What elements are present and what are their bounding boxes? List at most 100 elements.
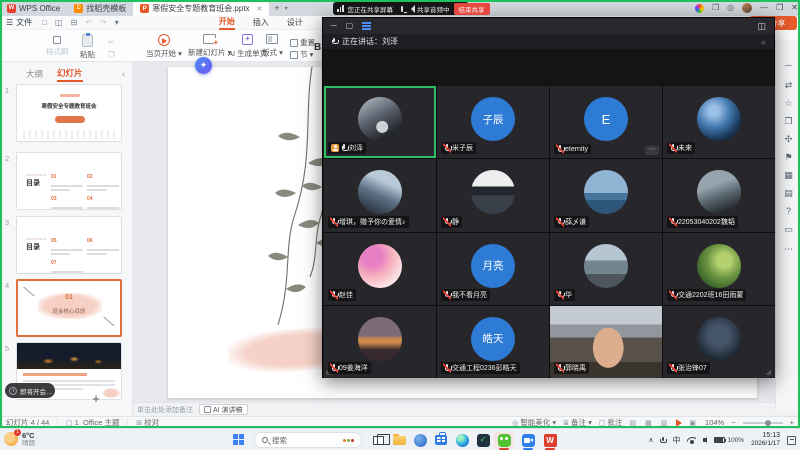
wechat-button[interactable] <box>494 432 514 448</box>
minimize-icon[interactable]: ─ <box>331 22 337 30</box>
slide-thumbnail-4-selected[interactable]: 01 班会核心目的 <box>16 279 122 337</box>
reference-icon[interactable]: ▤ <box>776 188 800 199</box>
sorter-view-icon[interactable]: ▦ <box>645 419 652 427</box>
resize-grip-icon[interactable]: ◢ <box>766 368 771 376</box>
restore-icon[interactable]: ❐ <box>776 4 783 12</box>
tab-docer-template[interactable]: D 找稻壳模板 <box>67 0 133 16</box>
collapse-arrows-icon[interactable]: « <box>761 37 766 47</box>
help-icon[interactable]: ◎ <box>727 4 734 12</box>
taskbar-weather-widget[interactable]: 1 6°C 晴朗 <box>4 431 35 448</box>
favorites-icon[interactable]: ☆ <box>776 98 800 109</box>
participant-tile[interactable]: 赵佳 <box>324 233 436 305</box>
ai-speech-button[interactable]: AI 演讲稿 <box>199 404 248 415</box>
hidden-icons-chevron[interactable]: ∧ <box>648 436 653 444</box>
participant-tile[interactable]: 月亮 我不看月亮 <box>437 233 549 305</box>
section-button[interactable]: 节 ▾ <box>290 49 313 60</box>
browser-button[interactable] <box>410 432 430 448</box>
monitor-icon[interactable] <box>401 6 403 12</box>
participant-tile[interactable]: 刘泽 <box>324 86 436 158</box>
theme-button[interactable]: ▢1_Office 主题 <box>66 417 120 428</box>
new-tab-button[interactable]: + <box>269 0 284 16</box>
play-from-current-button[interactable]: 当页开始 ▾ <box>146 34 182 59</box>
participant-tile[interactable]: 交通2202班16田雨蒙 <box>663 233 775 305</box>
participant-tile[interactable]: 09姜海洋 <box>324 306 436 378</box>
ime-indicator[interactable]: 中 <box>672 435 680 446</box>
comments-button[interactable]: ▢批注 <box>599 417 623 428</box>
zoom-slider[interactable] <box>743 422 783 424</box>
tray-mic-icon[interactable] <box>660 437 665 444</box>
slideshow-play-icon[interactable] <box>676 419 682 427</box>
beautify-button[interactable]: ◎智能美化 ▾ <box>512 417 556 428</box>
file-menu-button[interactable]: ☰ 文件 <box>0 17 38 28</box>
speaker-notes-button[interactable]: ≣备注 ▾ <box>563 417 592 428</box>
volume-icon[interactable] <box>703 438 707 442</box>
wifi-icon[interactable] <box>687 437 696 444</box>
taskbar-search[interactable]: 搜索 <box>254 432 362 448</box>
task-view-button[interactable] <box>368 432 388 448</box>
collapse-panel-icon[interactable]: ‹ <box>122 69 125 79</box>
tab-slides[interactable]: 幻灯片 <box>57 67 83 82</box>
new-slide-button[interactable]: 新建幻灯片 ▾ <box>188 34 231 58</box>
normal-view-icon[interactable]: ▤ <box>630 419 637 427</box>
animation-icon[interactable]: ✣ <box>776 134 800 145</box>
slide-thumbnail-3[interactable]: CONTENTS 目录 05 06 07 <box>16 216 122 274</box>
notes-bar[interactable]: 单击此处添加备注 AI 演讲稿 <box>134 402 800 416</box>
undo-icon[interactable]: ↶ <box>85 18 92 27</box>
participant-tile[interactable]: 22053040202魏韬 <box>663 159 775 231</box>
close-icon[interactable]: ✕ <box>791 4 798 12</box>
ribbon-tab-design[interactable]: 设计 <box>287 17 303 28</box>
participant-tile[interactable]: 子辰 米子辰 <box>437 86 549 158</box>
help-circle-icon[interactable]: ? <box>776 206 800 216</box>
wps-ai-floating-button[interactable]: ✦ <box>195 57 212 74</box>
notes-placeholder[interactable]: 单击此处添加备注 <box>137 405 193 415</box>
slide-thumbnail-2[interactable]: CONTENTS 目录 01 02 03 04 <box>16 152 122 210</box>
taskbar-clock[interactable]: 15:13 2026/1/17 <box>751 432 780 449</box>
zoom-out-button[interactable]: − <box>731 418 735 427</box>
participant-tile[interactable]: 郭晓禹 <box>550 306 662 378</box>
meeting-app-button[interactable] <box>518 432 538 448</box>
ribbon-tab-insert[interactable]: 插入 <box>253 17 269 28</box>
participant-tile[interactable]: E eternity ⋯ <box>550 86 662 158</box>
copy-pages-icon[interactable]: ❐ <box>776 116 800 127</box>
user-avatar[interactable] <box>742 3 752 13</box>
app-dark-button[interactable]: ✓ <box>473 432 493 448</box>
ribbon-tab-home[interactable]: 开始 <box>219 16 235 30</box>
tab-current-document[interactable]: P 寒假安全专题教育班会.pptx ✕ <box>133 1 269 16</box>
reading-view-icon[interactable]: ▥ <box>661 419 668 427</box>
reset-button[interactable]: 重置 <box>290 37 315 48</box>
notification-center-icon[interactable] <box>787 436 796 445</box>
battery-indicator[interactable]: 100% <box>714 437 744 444</box>
fit-window-icon[interactable]: ▣ <box>689 419 696 427</box>
participant-tile[interactable]: 增琪，赠予你の爱情♪ <box>324 159 436 231</box>
save-icon[interactable]: ◫ <box>55 18 63 27</box>
meeting-window[interactable]: ─ ▢ ◫ 正在讲话：刘泽 « 刘泽 子辰 米子辰 E eternity ⋯ <box>322 17 775 378</box>
file-explorer-button[interactable] <box>389 432 409 448</box>
layout-list-icon[interactable] <box>362 22 371 24</box>
participant-tile[interactable]: 薛乄谦 <box>550 159 662 231</box>
copy-icon[interactable]: ❐ <box>108 50 115 59</box>
start-button[interactable] <box>233 434 245 446</box>
participant-tile[interactable]: 静 <box>437 159 549 231</box>
format-painter-button[interactable]: 格式刷 <box>46 36 69 57</box>
cut-icon[interactable]: ✂ <box>108 38 114 47</box>
minimize-icon[interactable]: — <box>760 4 768 12</box>
layout-button[interactable]: 版式 ▾ <box>262 34 283 58</box>
proofing-button[interactable]: ⊞校对 <box>136 417 159 428</box>
add-slide-button[interactable]: + <box>88 391 104 407</box>
close-tab-icon[interactable]: ✕ <box>257 5 263 13</box>
wps-app-button[interactable]: W <box>540 432 560 448</box>
participant-tile[interactable]: 华 <box>550 233 662 305</box>
tab-wps-office[interactable]: W WPS Office <box>0 0 67 16</box>
properties-icon[interactable]: ⇄ <box>776 80 800 91</box>
skin-theme-icon[interactable] <box>695 4 704 13</box>
collapse-icon[interactable]: ─ <box>776 60 800 70</box>
comment-panel-icon[interactable]: ▭ <box>776 224 800 235</box>
slide-thumbnail-1[interactable]: 寒假安全专题教育班会 <box>16 84 122 142</box>
more-chevron-icon[interactable]: ▾ <box>115 18 119 27</box>
bold-button[interactable]: B <box>314 42 321 53</box>
chart-panel-icon[interactable]: ▦ <box>776 170 800 181</box>
participant-tile[interactable]: 张治锋07 <box>663 306 775 378</box>
more-options-icon[interactable]: ⋯ <box>645 146 659 155</box>
tab-list-chevron-icon[interactable]: ▾ <box>285 0 288 16</box>
notification-toast[interactable]: 即将开会… <box>5 383 55 398</box>
